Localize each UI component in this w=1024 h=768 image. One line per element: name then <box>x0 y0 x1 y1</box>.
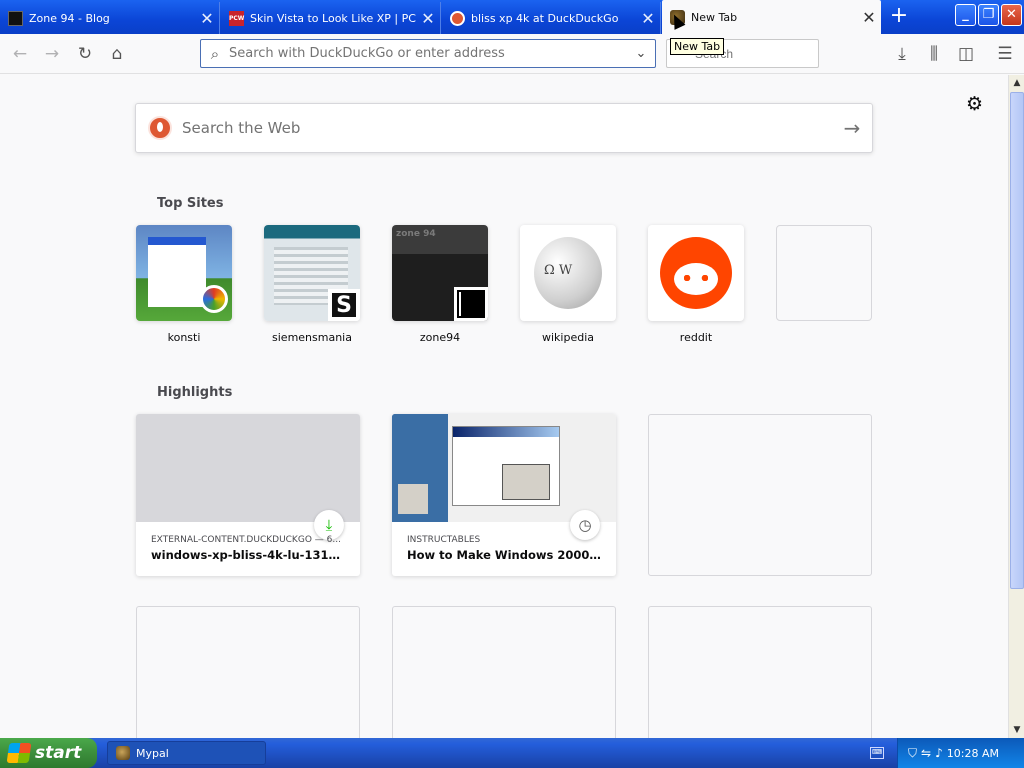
top-site-zone94[interactable]: zone 94 <box>392 225 488 344</box>
home-button[interactable]: ⌂ <box>105 42 129 66</box>
taskbar-item-label: Mypal <box>136 746 169 760</box>
top-sites-title: Top Sites <box>157 196 224 211</box>
highlight-source: INSTRUCTABLES <box>407 535 481 545</box>
network-icon[interactable]: ⇋ <box>921 746 931 760</box>
pcworld-favicon-icon: PCW <box>229 10 244 26</box>
site-label: wikipedia <box>541 331 594 344</box>
duckduckgo-logo-icon <box>148 116 172 140</box>
taskbar: start Mypal ⌨ ⛉ ⇋ ♪ 10:28 AM <box>0 738 1024 768</box>
site-label: zone94 <box>419 331 461 344</box>
highlight-source: EXTERNAL-CONTENT.DUCKDUCKGO — 6... <box>151 535 341 545</box>
site-label: siemensmania <box>272 331 352 344</box>
site-thumbnail <box>264 225 360 321</box>
sidebar-button[interactable]: ◫ <box>954 42 978 66</box>
highlight-title: How to Make Windows 2000 Lo... <box>407 548 602 562</box>
site-thumbnail <box>648 225 744 321</box>
taskbar-item-mypal[interactable]: Mypal <box>107 741 266 765</box>
highlight-placeholder <box>392 606 616 738</box>
keyboard-icon[interactable]: ⌨ <box>870 747 884 759</box>
highlight-title: windows-xp-bliss-4k-lu-131578... <box>151 548 346 562</box>
security-shield-icon[interactable]: ⛉ <box>908 746 917 761</box>
highlight-image <box>136 414 360 522</box>
site-thumbnail <box>136 225 232 321</box>
back-button[interactable]: ← <box>8 42 32 66</box>
system-tray: ⛉ ⇋ ♪ 10:28 AM <box>897 738 1024 768</box>
site-label: konsti <box>167 331 201 344</box>
highlights-title: Highlights <box>157 385 233 400</box>
restore-button[interactable]: ❐ <box>978 4 999 26</box>
tab-strip: Zone 94 - Blog ✕ PCW Skin Vista to Look … <box>0 0 1024 34</box>
tab-title: bliss xp 4k at DuckDuckGo <box>471 11 619 25</box>
close-window-button[interactable]: ✕ <box>1001 4 1022 26</box>
top-site-konsti[interactable]: konsti <box>136 225 232 344</box>
tab-tooltip: New Tab <box>670 38 725 55</box>
gear-icon[interactable]: ⚙ <box>966 93 983 115</box>
url-input[interactable] <box>229 46 627 61</box>
highlight-placeholder <box>648 414 872 576</box>
downloads-button[interactable]: ⤓ <box>890 42 914 66</box>
site-logo-icon <box>328 289 360 321</box>
tab-close-icon[interactable]: ✕ <box>416 9 440 28</box>
top-site-empty[interactable] <box>776 225 872 331</box>
start-button[interactable]: start <box>0 738 97 768</box>
minimize-button[interactable]: _ <box>955 4 976 26</box>
site-thumbnail <box>392 225 488 321</box>
clock[interactable]: 10:28 AM <box>947 747 999 760</box>
mypal-app-icon <box>116 746 130 760</box>
reload-button[interactable]: ↻ <box>73 42 97 66</box>
highlight-placeholder <box>136 606 360 738</box>
zone94-favicon-icon <box>8 10 23 26</box>
new-tab-page: ⚙ → Top Sites konsti siemensmania zone94 <box>0 75 1008 738</box>
url-bar[interactable]: ⌕ ⌄ <box>200 39 656 68</box>
site-logo-icon <box>200 285 228 313</box>
windows-logo-icon <box>6 743 32 763</box>
navigation-toolbar: ← → ↻ ⌂ ⌕ ⌄ ⤓ ⫼ ◫ ☰ <box>0 34 1024 74</box>
chevron-down-icon[interactable]: ⌄ <box>627 46 655 61</box>
scrollbar-thumb[interactable] <box>1010 92 1024 589</box>
tab-close-icon[interactable]: ✕ <box>636 9 660 28</box>
site-logo-icon <box>454 287 488 321</box>
top-site-wikipedia[interactable]: wikipedia <box>520 225 616 344</box>
tab-title: Skin Vista to Look Like XP | PCWorld <box>250 11 416 25</box>
arrow-right-icon[interactable]: → <box>832 116 872 140</box>
highlight-image <box>392 414 616 522</box>
duckduckgo-favicon-icon <box>450 10 465 26</box>
web-search-box[interactable]: → <box>135 103 873 153</box>
new-tab-button[interactable]: + <box>886 4 912 30</box>
site-thumbnail-placeholder <box>776 225 872 321</box>
highlight-card-bliss[interactable]: ⤓ EXTERNAL-CONTENT.DUCKDUCKGO — 6... win… <box>136 414 360 576</box>
search-icon: ⌕ <box>210 44 220 63</box>
scroll-up-icon[interactable]: ▲ <box>1009 75 1024 91</box>
library-button[interactable]: ⫼ <box>922 42 946 66</box>
tab-zone94[interactable]: Zone 94 - Blog ✕ <box>0 2 220 34</box>
forward-button[interactable]: → <box>40 42 64 66</box>
volume-icon[interactable]: ♪ <box>935 746 943 760</box>
scroll-down-icon[interactable]: ▼ <box>1009 722 1024 738</box>
tab-title: Zone 94 - Blog <box>29 11 110 25</box>
start-label: start <box>35 743 82 763</box>
reddit-logo-icon <box>660 237 732 309</box>
desktop: Zone 94 - Blog ✕ PCW Skin Vista to Look … <box>0 0 1024 768</box>
top-site-reddit[interactable]: reddit <box>648 225 744 344</box>
tab-new-tab[interactable]: New Tab ✕ <box>662 0 881 34</box>
site-thumbnail <box>520 225 616 321</box>
menu-button[interactable]: ☰ <box>993 42 1017 66</box>
web-search-input[interactable] <box>182 119 832 137</box>
wikipedia-globe-icon <box>534 237 602 309</box>
highlight-placeholder <box>648 606 872 738</box>
tab-duckduckgo[interactable]: bliss xp 4k at DuckDuckGo ✕ <box>442 2 661 34</box>
tab-pcworld[interactable]: PCW Skin Vista to Look Like XP | PCWorld… <box>221 2 441 34</box>
tab-close-icon[interactable]: ✕ <box>857 8 881 27</box>
site-label: reddit <box>679 331 713 344</box>
tab-close-icon[interactable]: ✕ <box>195 9 219 28</box>
tab-title: New Tab <box>691 10 738 24</box>
top-site-siemensmania[interactable]: siemensmania <box>264 225 360 344</box>
highlight-card-instructables[interactable]: ◷ INSTRUCTABLES How to Make Windows 2000… <box>392 414 616 576</box>
vertical-scrollbar[interactable]: ▲ ▼ <box>1008 75 1024 738</box>
